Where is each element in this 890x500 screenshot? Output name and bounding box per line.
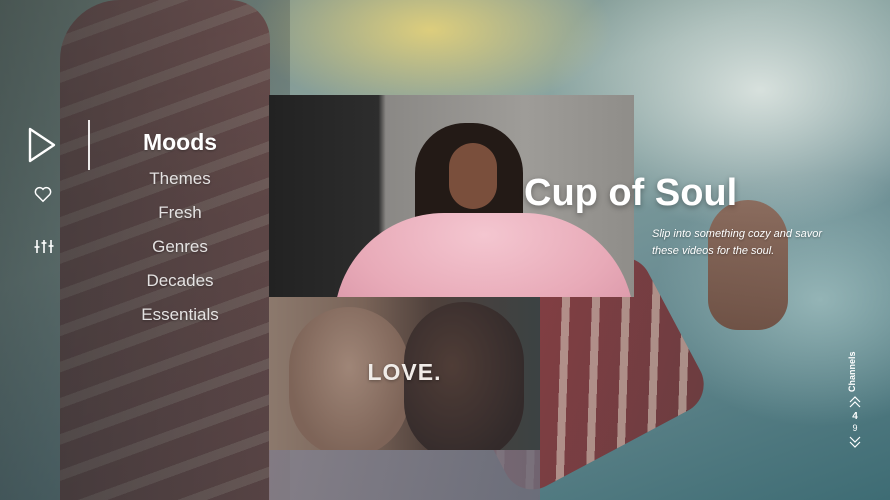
menu-item-essentials[interactable]: Essentials <box>110 298 250 332</box>
love-playlist-tile[interactable]: LOVE. <box>269 297 540 450</box>
background-raised-hand <box>708 200 788 330</box>
menu-item-moods[interactable]: Moods <box>110 126 250 162</box>
nav-rail <box>0 0 90 500</box>
menu-item-genres[interactable]: Genres <box>110 230 250 264</box>
menu-item-decades[interactable]: Decades <box>110 264 250 298</box>
category-menu: Moods Themes Fresh Genres Decades Essent… <box>110 126 250 332</box>
thumbnail-figure-face <box>449 143 497 209</box>
play-icon[interactable] <box>26 126 58 164</box>
heart-icon[interactable] <box>34 186 52 203</box>
next-channel-number: 9 <box>852 423 858 433</box>
thumbnail-pink-coat <box>334 213 634 297</box>
channels-label: Channels <box>847 351 857 393</box>
feature-description: Slip into something cozy and savor these… <box>652 228 822 257</box>
menu-item-fresh[interactable]: Fresh <box>110 196 250 230</box>
feature-title: Cup of Soul <box>524 172 738 214</box>
nav-divider <box>88 120 90 170</box>
current-channel-number: 4 <box>852 411 858 422</box>
channel-up-icon[interactable] <box>849 396 861 408</box>
next-playlist-tile[interactable] <box>269 450 540 500</box>
equalizer-icon[interactable] <box>34 238 54 254</box>
menu-item-themes[interactable]: Themes <box>110 162 250 196</box>
love-tile-label: LOVE. <box>367 359 442 385</box>
channel-down-icon[interactable] <box>849 436 861 448</box>
